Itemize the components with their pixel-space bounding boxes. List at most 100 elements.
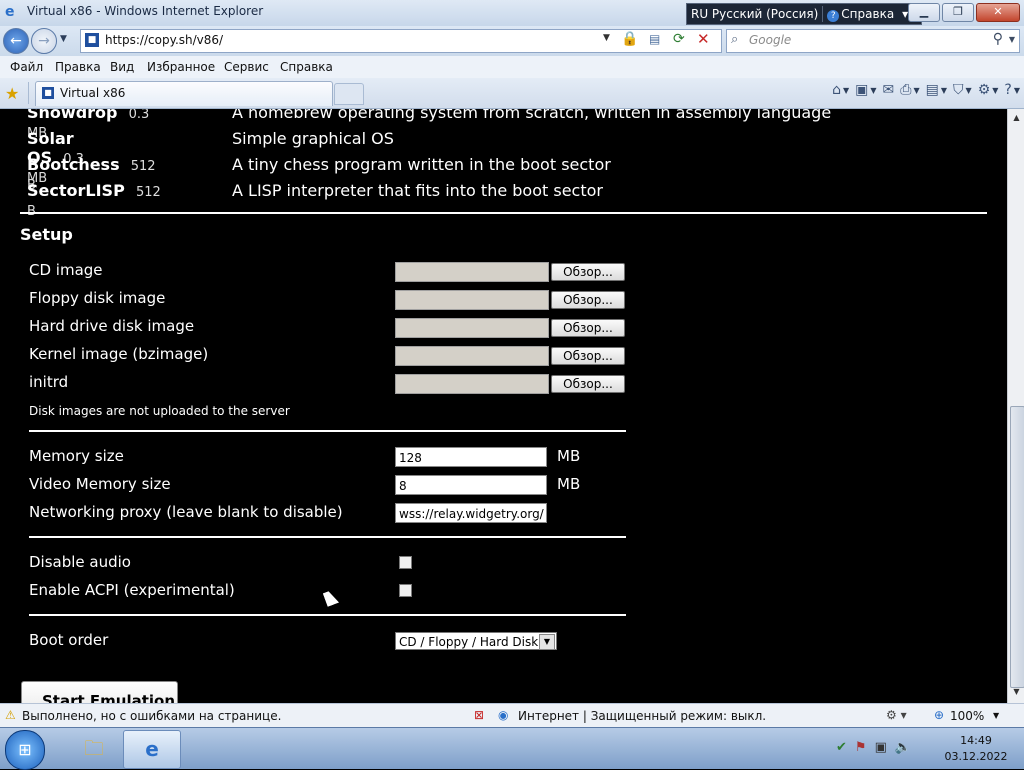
language-icon[interactable]: ⚑ bbox=[855, 740, 867, 755]
stop-icon[interactable]: ✕ bbox=[697, 30, 710, 48]
protected-mode-icon[interactable]: ⚙ ▾ bbox=[886, 708, 907, 722]
taskbar: ⊞ 🗀 e ✔ ⚑ ▣ 🔈 14:49 03.12.2022 bbox=[0, 727, 1024, 770]
menu-edit[interactable]: Правка bbox=[55, 60, 101, 74]
scroll-up-icon[interactable]: ▲ bbox=[1010, 111, 1023, 125]
page-icon[interactable]: ▤ ▼ bbox=[926, 82, 947, 98]
scrollbar-thumb[interactable] bbox=[1010, 406, 1024, 688]
explorer-folder-icon[interactable]: 🗀 bbox=[66, 730, 122, 767]
warning-icon[interactable]: ⚠ bbox=[5, 708, 16, 722]
boot-order-select[interactable]: CD / Floppy / Hard Disk ▼ bbox=[395, 632, 557, 650]
back-button[interactable]: ← bbox=[3, 28, 29, 54]
hard-drive-image-browse-button[interactable]: Обзор... bbox=[551, 319, 625, 337]
section-divider bbox=[20, 212, 987, 214]
floppy-image-browse-button[interactable]: Обзор... bbox=[551, 291, 625, 309]
clock[interactable]: 14:49 03.12.2022 bbox=[944, 733, 1008, 765]
page-content: Snowdrop 0.3 MB A homebrew operating sys… bbox=[0, 109, 1007, 703]
zoom-dropdown-icon[interactable]: ▼ bbox=[993, 711, 999, 720]
os-name[interactable]: Bootchess bbox=[27, 155, 120, 174]
error-icon[interactable]: ⊠ bbox=[474, 708, 484, 722]
forward-button[interactable]: → bbox=[31, 28, 57, 54]
networking-proxy-input[interactable]: wss://relay.widgetry.org/ bbox=[395, 503, 547, 523]
navigation-bar: ← → ▼ ■ https://copy.sh/v86/ ▼ 🔒 ▤ ⟳ ✕ ⌕… bbox=[0, 26, 1024, 56]
os-name[interactable]: Snowdrop bbox=[27, 109, 117, 122]
volume-muted-icon[interactable]: 🔈 bbox=[895, 740, 911, 755]
cd-image-browse-button[interactable]: Обзор... bbox=[551, 263, 625, 281]
compatibility-view-icon[interactable]: ▤ bbox=[649, 32, 665, 48]
globe-icon: ◉ bbox=[498, 708, 509, 722]
os-description: A tiny chess program written in the boot… bbox=[232, 155, 611, 174]
menu-bar: Файл Правка Вид Избранное Сервис Справка bbox=[0, 56, 1024, 79]
search-provider-icon: ⌕ bbox=[731, 32, 739, 47]
os-description: Simple graphical OS bbox=[232, 129, 394, 148]
tab-favicon-icon: ■ bbox=[42, 87, 54, 99]
safety-icon[interactable]: ⛉ ▼ bbox=[953, 82, 972, 98]
title-bar: e Virtual x86 - Windows Internet Explore… bbox=[0, 0, 1024, 27]
read-mail-icon[interactable]: ✉ bbox=[883, 82, 895, 98]
feeds-icon[interactable]: ▣ ▼ bbox=[855, 82, 876, 98]
help-button[interactable]: ? Справка bbox=[823, 7, 898, 22]
search-input[interactable]: Google bbox=[749, 33, 791, 47]
video-memory-input[interactable]: 8 bbox=[395, 475, 547, 495]
history-dropdown-icon[interactable]: ▼ bbox=[60, 34, 67, 44]
close-button[interactable]: ✕ bbox=[976, 3, 1020, 22]
vertical-scrollbar[interactable]: ▲ ▼ bbox=[1007, 109, 1024, 703]
search-dropdown-icon[interactable]: ▼ bbox=[1009, 35, 1015, 44]
search-icon[interactable]: ⚲ bbox=[993, 31, 1003, 47]
start-emulation-button[interactable]: Start Emulation bbox=[21, 681, 178, 703]
search-box[interactable]: ⌕ Google ⚲ ▼ bbox=[726, 29, 1020, 53]
network-icon[interactable]: ▣ bbox=[875, 740, 887, 755]
video-memory-label: Video Memory size bbox=[29, 475, 171, 493]
os-description: A homebrew operating system from scratch… bbox=[232, 109, 832, 122]
hard-drive-image-path[interactable] bbox=[395, 318, 549, 338]
kernel-image-path[interactable] bbox=[395, 346, 549, 366]
initrd-label: initrd bbox=[29, 373, 69, 391]
security-zone[interactable]: Интернет | Защищенный режим: выкл. bbox=[518, 709, 766, 723]
language-indicator[interactable]: RU Русский (Россия) bbox=[687, 7, 822, 21]
clock-date: 03.12.2022 bbox=[944, 750, 1008, 763]
cd-image-path[interactable] bbox=[395, 262, 549, 282]
memory-size-input[interactable]: 128 bbox=[395, 447, 547, 467]
address-bar[interactable]: ■ https://copy.sh/v86/ ▼ 🔒 ▤ ⟳ ✕ bbox=[80, 29, 722, 53]
print-icon[interactable]: ⎙ ▼ bbox=[900, 82, 919, 98]
initrd-path[interactable] bbox=[395, 374, 549, 394]
setup-heading: Setup bbox=[20, 225, 73, 244]
menu-file[interactable]: Файл bbox=[10, 60, 43, 74]
disable-audio-checkbox[interactable] bbox=[399, 556, 412, 569]
scroll-down-icon[interactable]: ▼ bbox=[1010, 685, 1023, 699]
language-bar[interactable]: RU Русский (Россия) ? Справка ▾ bbox=[686, 3, 922, 25]
initrd-browse-button[interactable]: Обзор... bbox=[551, 375, 625, 393]
floppy-image-path[interactable] bbox=[395, 290, 549, 310]
system-tray: ✔ ⚑ ▣ 🔈 bbox=[836, 740, 911, 755]
help-question-icon[interactable]: ? ▼ bbox=[1004, 82, 1020, 98]
menu-favorites[interactable]: Избранное bbox=[147, 60, 215, 74]
lock-icon[interactable]: 🔒 bbox=[621, 31, 639, 49]
ie-taskbar-icon[interactable]: e bbox=[123, 730, 181, 769]
address-dropdown-icon[interactable]: ▼ bbox=[603, 33, 610, 43]
menu-tools[interactable]: Сервис bbox=[224, 60, 269, 74]
favorites-star-icon[interactable]: ★ bbox=[5, 84, 19, 103]
help-label: Справка bbox=[841, 6, 895, 21]
kernel-image-label: Kernel image (bzimage) bbox=[29, 345, 209, 363]
menu-view[interactable]: Вид bbox=[110, 60, 134, 74]
hard-drive-image-label: Hard drive disk image bbox=[29, 317, 195, 335]
kernel-image-browse-button[interactable]: Обзор... bbox=[551, 347, 625, 365]
zoom-icon[interactable]: ⊕ bbox=[934, 708, 944, 722]
acpi-checkbox[interactable] bbox=[399, 584, 412, 597]
home-icon[interactable]: ⌂ ▼ bbox=[832, 82, 849, 98]
os-name[interactable]: SectorLISP bbox=[27, 181, 125, 200]
zoom-level[interactable]: 100% bbox=[950, 709, 984, 723]
menu-help[interactable]: Справка bbox=[280, 60, 333, 74]
address-url[interactable]: https://copy.sh/v86/ bbox=[105, 33, 223, 47]
minimize-button[interactable]: ▁ bbox=[908, 3, 940, 22]
site-favicon-icon: ■ bbox=[85, 33, 99, 47]
chevron-down-icon[interactable]: ▼ bbox=[539, 634, 555, 650]
start-button[interactable]: ⊞ bbox=[5, 730, 45, 770]
tab-virtual-x86[interactable]: ■ Virtual x86 bbox=[35, 81, 333, 106]
maximize-button[interactable]: ❐ bbox=[942, 3, 974, 22]
status-message[interactable]: Выполнено, но с ошибками на странице. bbox=[22, 709, 281, 723]
tools-gear-icon[interactable]: ⚙ ▼ bbox=[978, 82, 999, 98]
action-center-icon[interactable]: ✔ bbox=[836, 740, 847, 755]
memory-size-label: Memory size bbox=[29, 447, 124, 465]
refresh-icon[interactable]: ⟳ bbox=[673, 31, 685, 47]
new-tab-button[interactable] bbox=[334, 83, 364, 105]
